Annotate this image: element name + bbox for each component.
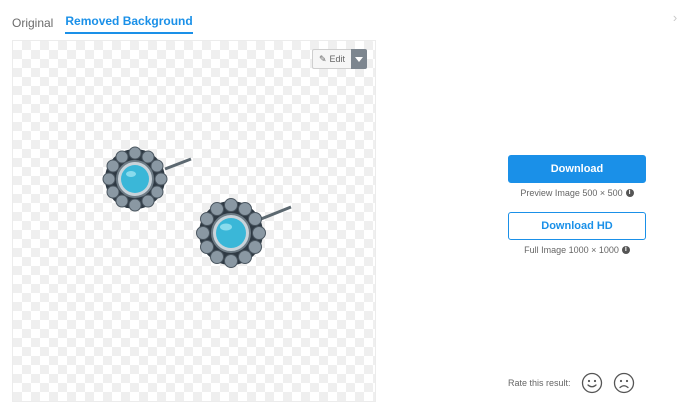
earring-back xyxy=(102,146,192,212)
download-hd-button[interactable]: Download HD xyxy=(508,212,646,240)
preview-size-text: Preview Image 500 × 500 xyxy=(520,188,623,198)
caret-down-icon[interactable] xyxy=(351,49,367,69)
download-caption: Preview Image 500 × 500 i xyxy=(508,188,646,198)
earrings-image xyxy=(102,146,292,268)
download-hd-caption: Full Image 1000 × 1000 i xyxy=(508,245,646,255)
tab-original[interactable]: Original xyxy=(12,16,53,34)
tab-removed-background[interactable]: Removed Background xyxy=(65,14,193,34)
edit-control: ✎ Edit xyxy=(311,49,367,69)
rating-bar: Rate this result: xyxy=(508,372,645,394)
download-button[interactable]: Download xyxy=(508,155,646,183)
edit-button[interactable]: ✎ Edit xyxy=(311,49,351,69)
smiley-face-icon[interactable] xyxy=(581,372,603,394)
info-icon[interactable]: i xyxy=(621,246,630,254)
sad-face-icon[interactable] xyxy=(613,372,635,394)
pencil-icon: ✎ xyxy=(318,53,327,64)
rating-label: Rate this result: xyxy=(508,378,571,388)
earring-front xyxy=(196,198,292,268)
image-preview: ✎ Edit xyxy=(12,40,376,402)
close-icon[interactable]: › xyxy=(667,10,683,26)
result-tabs: Original Removed Background xyxy=(12,14,193,34)
info-icon[interactable]: i xyxy=(625,189,634,197)
edit-label: Edit xyxy=(329,54,345,64)
full-size-text: Full Image 1000 × 1000 xyxy=(524,245,619,255)
